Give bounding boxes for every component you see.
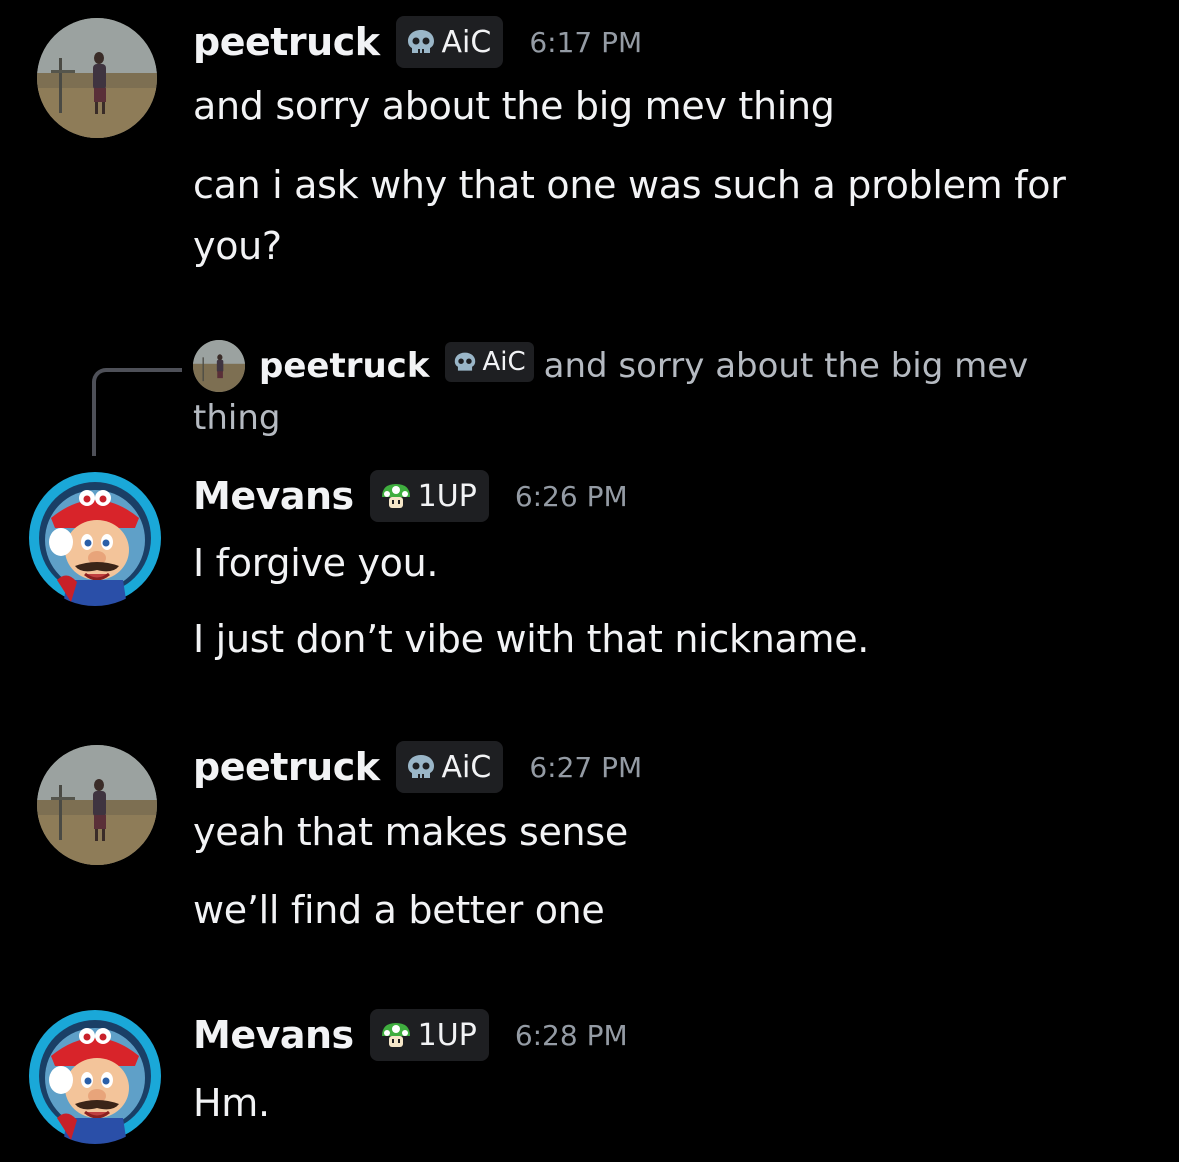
message-text: we’ll find a better one [193, 888, 605, 932]
mushroom-icon [380, 1020, 412, 1050]
skull-icon [406, 28, 436, 56]
reply-server-tag: AiC [445, 342, 534, 382]
message-text: I just don’t vibe with that nickname. [193, 617, 870, 661]
avatar-mario-image [29, 472, 161, 606]
timestamp: 6:27 PM [529, 750, 643, 784]
message-header: peetruck AiC 6:27 PM [193, 739, 642, 795]
message-text: yeah that makes sense [193, 810, 628, 854]
username[interactable]: peetruck [193, 745, 380, 789]
avatar-mevans[interactable] [27, 470, 163, 606]
username[interactable]: Mevans [193, 474, 354, 518]
message-header: Mevans 1UP 6:28 PM [193, 1007, 628, 1063]
message-text: I forgive you. [193, 541, 439, 585]
message-text: you? [193, 224, 282, 268]
server-tag[interactable]: 1UP [369, 470, 489, 522]
tag-label: 1UP [417, 478, 477, 514]
server-tag[interactable]: 1UP [369, 1009, 489, 1061]
reply-tag-label: AiC [482, 347, 526, 377]
username[interactable]: Mevans [193, 1013, 354, 1057]
avatar-peetruck[interactable] [37, 18, 157, 138]
message-text: can i ask why that one was such a proble… [193, 163, 1066, 207]
message-text: and sorry about the big mev thing [193, 84, 835, 128]
tag-label: AiC [441, 24, 492, 60]
tag-label: AiC [441, 749, 492, 785]
reply-username[interactable]: peetruck [259, 346, 429, 386]
username[interactable]: peetruck [193, 20, 380, 64]
skull-icon [453, 351, 477, 373]
reply-preview[interactable]: peetruck AiC and sorry about the big mev t… [193, 340, 1093, 444]
mushroom-icon [380, 481, 412, 511]
message-header: peetruck AiC 6:17 PM [193, 14, 642, 70]
server-tag[interactable]: AiC [395, 16, 504, 68]
skull-icon [406, 753, 436, 781]
avatar-peetruck[interactable] [37, 745, 157, 865]
avatar-mevans[interactable] [27, 1008, 163, 1144]
message-header: Mevans 1UP 6:26 PM [193, 468, 628, 524]
reply-connector [92, 368, 182, 456]
timestamp: 6:28 PM [514, 1018, 628, 1052]
timestamp: 6:26 PM [514, 479, 628, 513]
message-text: Hm. [193, 1081, 270, 1125]
tag-label: 1UP [417, 1017, 477, 1053]
avatar-photo-image [37, 745, 157, 865]
server-tag[interactable]: AiC [395, 741, 504, 793]
avatar-mario-image [29, 1010, 161, 1144]
timestamp: 6:17 PM [529, 25, 643, 59]
avatar-photo-image [37, 18, 157, 138]
